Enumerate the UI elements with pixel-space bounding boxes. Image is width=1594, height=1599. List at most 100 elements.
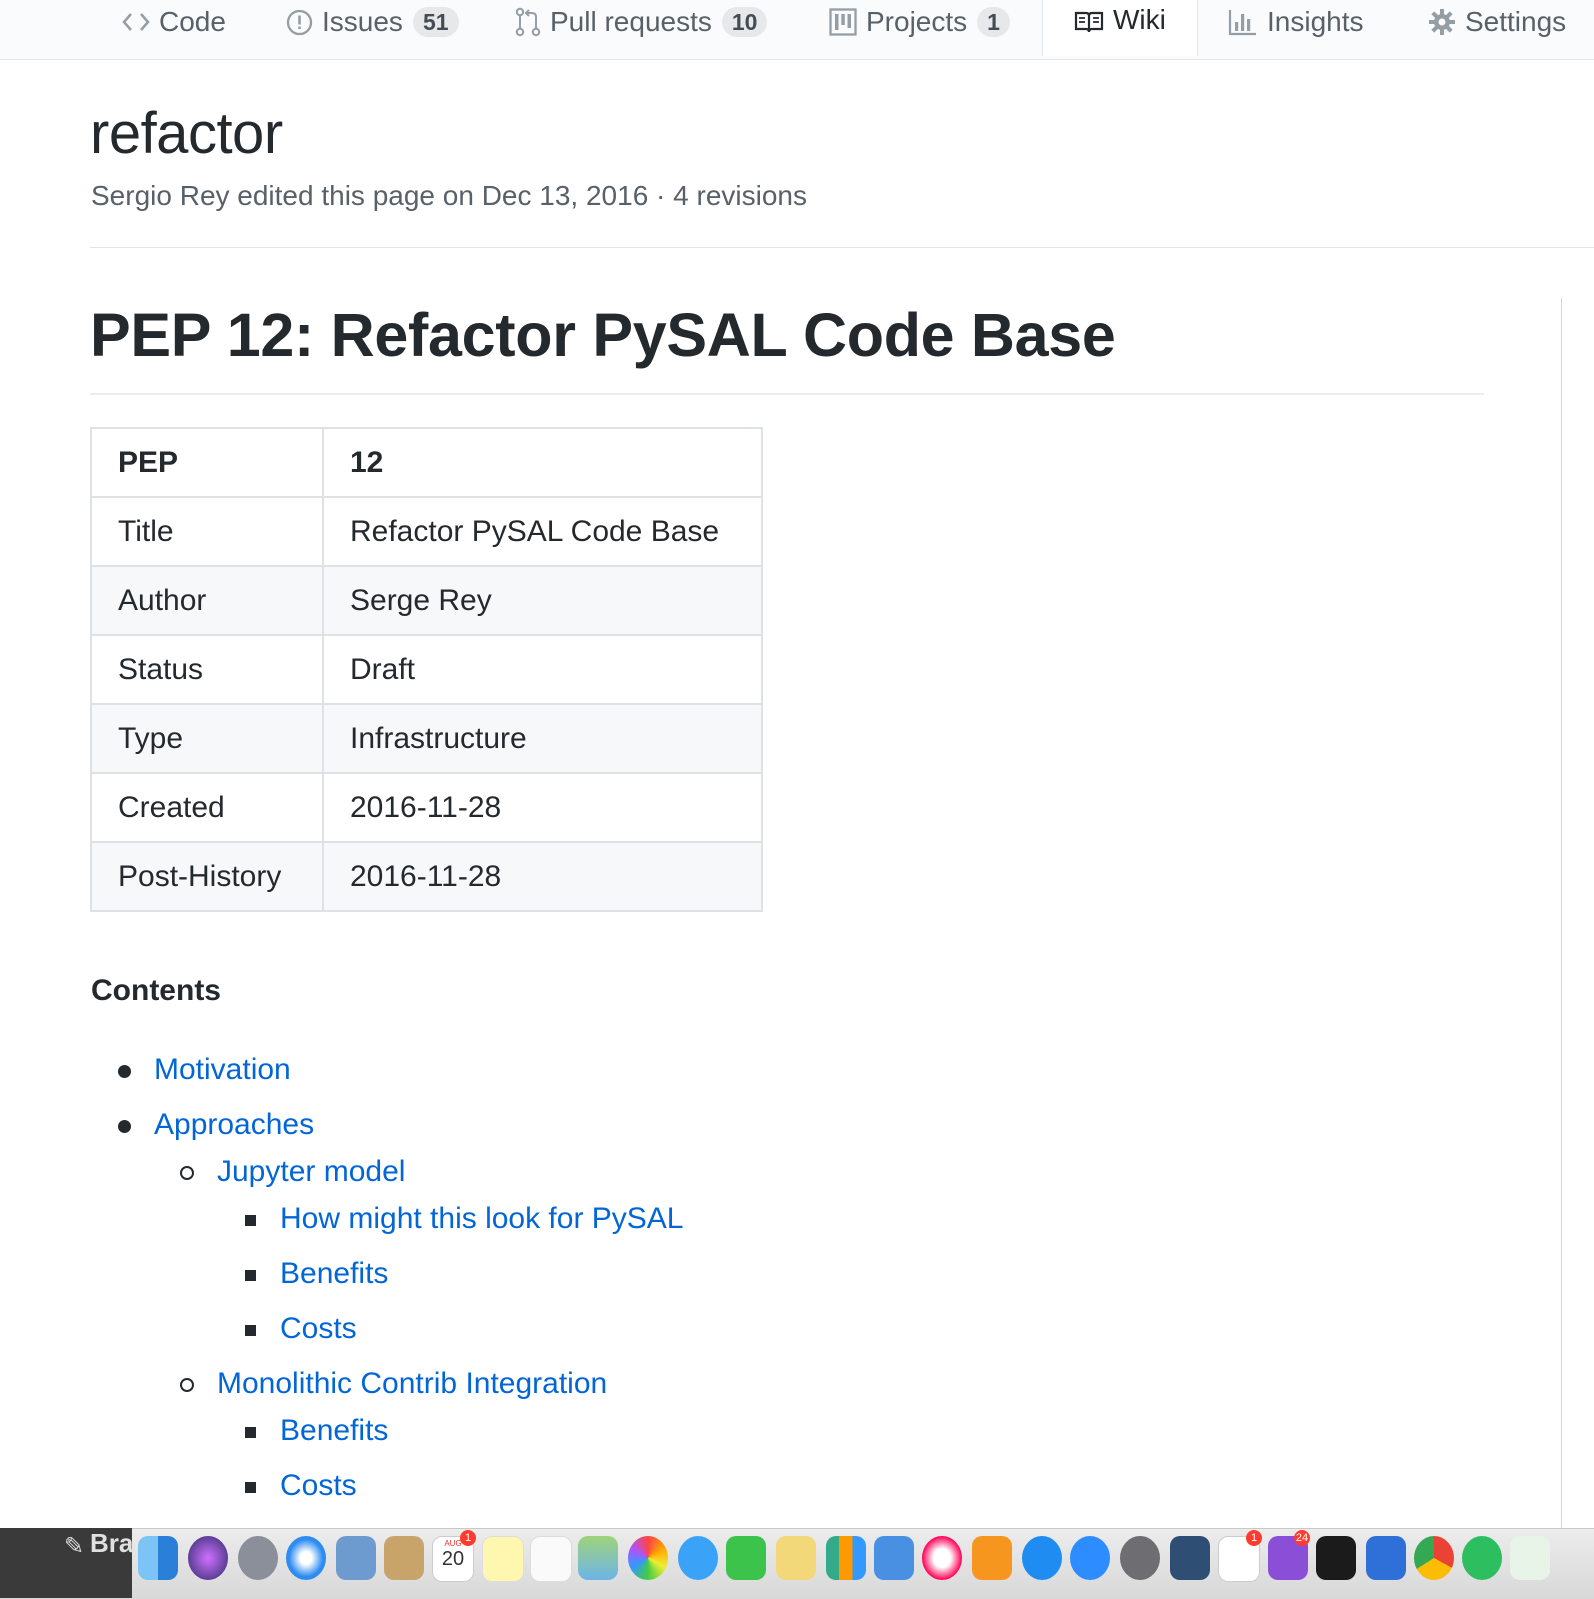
page-title: refactor <box>90 101 283 166</box>
dock-side-window: ✎ Bra <box>0 1528 133 1598</box>
zoom-icon[interactable] <box>1070 1536 1110 1580</box>
tab-settings[interactable]: Settings <box>1428 0 1566 44</box>
content-scroll-edge <box>1561 298 1562 1528</box>
table-cell-value: Draft <box>322 634 763 705</box>
system-preferences-icon[interactable] <box>1120 1536 1160 1580</box>
tasks-badge: 24 <box>1294 1530 1310 1546</box>
toc-link-benefits[interactable]: Benefits <box>280 1257 388 1291</box>
tab-issues-label: Issues <box>322 6 403 37</box>
tab-wiki[interactable]: Wiki <box>1042 0 1198 56</box>
notes-icon[interactable] <box>482 1536 524 1582</box>
messages-icon[interactable] <box>678 1536 718 1580</box>
facetime-icon[interactable] <box>726 1536 766 1580</box>
itunes-icon[interactable] <box>922 1536 962 1580</box>
page-edit-meta: Sergio Rey edited this page on Dec 13, 2… <box>91 180 807 211</box>
siri-icon[interactable] <box>188 1536 228 1580</box>
table-cell-key: Title <box>90 496 324 567</box>
toc-bullet <box>180 1378 194 1392</box>
contacts-icon[interactable] <box>384 1536 424 1580</box>
toc-link-jupyter-model[interactable]: Jupyter model <box>217 1155 405 1189</box>
table-cell-value: Infrastructure <box>322 703 763 774</box>
books-icon[interactable] <box>972 1536 1012 1580</box>
maps-icon[interactable] <box>578 1536 618 1580</box>
app-store-icon[interactable] <box>1022 1536 1062 1580</box>
app-icon[interactable] <box>1170 1536 1210 1580</box>
toc-link-benefits[interactable]: Benefits <box>280 1414 388 1448</box>
toc-link-costs[interactable]: Costs <box>280 1312 357 1346</box>
table-cell-value: Serge Rey <box>322 565 763 636</box>
toc-bullet <box>245 1325 256 1336</box>
calendar-badge: 1 <box>460 1530 476 1546</box>
toc-bullet <box>118 1120 131 1133</box>
table-cell-key: Created <box>90 772 324 843</box>
toc-link-approaches[interactable]: Approaches <box>154 1108 314 1142</box>
tab-projects-label: Projects <box>866 6 968 37</box>
numbers-icon[interactable] <box>826 1536 866 1580</box>
issues-counter: 51 <box>412 7 459 37</box>
issue-icon <box>286 9 313 36</box>
reminders-icon[interactable] <box>530 1536 572 1582</box>
table-cell-key: Type <box>90 703 324 774</box>
tab-insights[interactable]: Insights <box>1228 0 1364 44</box>
mail-icon[interactable] <box>336 1536 376 1580</box>
tab-pull-requests-label: Pull requests <box>550 6 712 37</box>
project-icon <box>829 8 857 36</box>
table-header-row: PEP 12 <box>90 427 763 498</box>
tab-projects[interactable]: Projects 1 <box>829 0 1010 44</box>
launchpad-icon[interactable] <box>238 1536 278 1580</box>
chrome-icon[interactable] <box>1414 1536 1454 1580</box>
table-row: Post-History 2016-11-28 <box>90 841 763 912</box>
code-icon <box>122 11 150 33</box>
pep-metadata-table: PEP 12 Title Refactor PySAL Code Base Au… <box>90 427 763 912</box>
tab-code[interactable]: Code <box>122 0 226 44</box>
repo-nav: Code Issues 51 Pull requests 10 Projects… <box>0 0 1594 60</box>
evernote-icon[interactable] <box>1462 1536 1502 1580</box>
toc-link-monolithic-contrib[interactable]: Monolithic Contrib Integration <box>217 1367 607 1401</box>
book-icon <box>1074 10 1104 34</box>
heading-divider <box>90 393 1484 395</box>
tab-settings-label: Settings <box>1465 6 1567 37</box>
calendar-badge: 1 <box>1246 1530 1262 1546</box>
toc-bullet <box>180 1166 194 1180</box>
gear-icon <box>1428 8 1456 36</box>
table-cell-key: Post-History <box>90 841 324 912</box>
tab-wiki-label: Wiki <box>1113 4 1166 35</box>
tab-code-label: Code <box>159 6 226 37</box>
toc-link-motivation[interactable]: Motivation <box>154 1053 291 1087</box>
tab-issues[interactable]: Issues 51 <box>286 0 459 44</box>
table-row: Author Serge Rey <box>90 565 763 636</box>
header-divider <box>90 247 1594 248</box>
pull-requests-counter: 10 <box>721 7 768 37</box>
calendar-day: 20 <box>441 1548 465 1570</box>
table-cell-key: Status <box>90 634 324 705</box>
pull-request-icon <box>515 7 541 37</box>
toc-bullet <box>245 1270 256 1281</box>
toc-bullet <box>245 1215 256 1226</box>
photos-icon[interactable] <box>628 1536 668 1580</box>
table-cell-value: 2016-11-28 <box>322 772 763 843</box>
table-header-key: PEP <box>90 427 324 498</box>
pages-icon[interactable] <box>776 1536 816 1580</box>
table-header-value: 12 <box>322 427 763 498</box>
projects-counter: 1 <box>977 7 1010 37</box>
wiki-heading: PEP 12: Refactor PySAL Code Base <box>90 301 1116 369</box>
contents-heading: Contents <box>91 974 221 1007</box>
safari-icon[interactable] <box>286 1536 326 1580</box>
table-row: Status Draft <box>90 634 763 705</box>
table-row: Created 2016-11-28 <box>90 772 763 843</box>
toc-bullet <box>118 1065 131 1078</box>
tab-pull-requests[interactable]: Pull requests 10 <box>515 0 768 44</box>
app-icon[interactable] <box>1510 1536 1550 1580</box>
table-row: Title Refactor PySAL Code Base <box>90 496 763 567</box>
tab-insights-label: Insights <box>1267 6 1364 37</box>
finder-icon[interactable] <box>138 1536 178 1580</box>
toc-link-costs[interactable]: Costs <box>280 1469 357 1503</box>
toc-bullet <box>245 1482 256 1493</box>
table-cell-key: Author <box>90 565 324 636</box>
toc-link-how-might-this-look[interactable]: How might this look for PySAL <box>280 1202 684 1236</box>
table-cell-value: 2016-11-28 <box>322 841 763 912</box>
keynote-icon[interactable] <box>874 1536 914 1580</box>
terminal-icon[interactable] <box>1316 1536 1356 1580</box>
table-cell-value: Refactor PySAL Code Base <box>322 496 763 567</box>
infinity-app-icon[interactable] <box>1366 1536 1406 1580</box>
